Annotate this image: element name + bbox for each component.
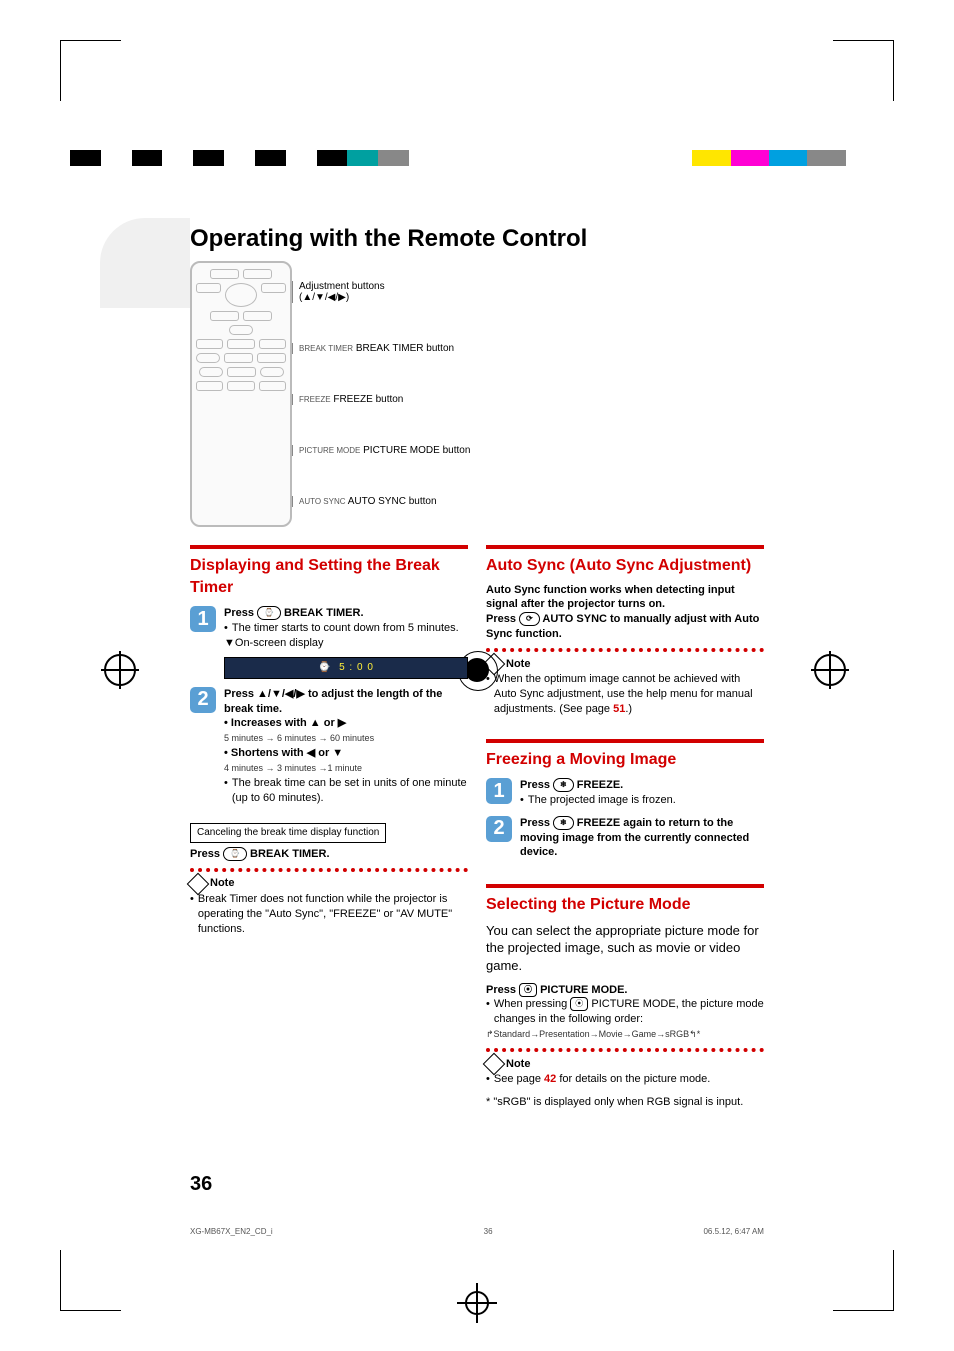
cancel-box: Canceling the break time display functio… — [190, 823, 386, 843]
auto-sync-body: Auto Sync function works when detecting … — [486, 584, 735, 611]
callout-adjustment: Adjustment buttons (▲/▼/◀/▶) — [292, 281, 764, 303]
heading-auto-sync: Auto Sync (Auto Sync Adjustment) — [486, 555, 764, 577]
step-number: 2 — [486, 816, 512, 842]
remote-callouts: Adjustment buttons (▲/▼/◀/▶) BREAK TIMER… — [302, 261, 764, 527]
tab-decoration — [100, 218, 190, 308]
bullet: The timer starts to count down from 5 mi… — [224, 621, 468, 636]
picture-mode-button-icon: ⦿ — [519, 983, 537, 997]
break-step-2: 2 Press ▲/▼/◀/▶ to adjust the length of … — [190, 687, 468, 806]
callout-picture-mode: PICTURE MODE PICTURE MODE button — [292, 445, 764, 456]
break-timer-button-icon: ⌚ — [257, 606, 281, 620]
note-bullet: Break Timer does not function while the … — [190, 892, 468, 937]
note-heading: Note — [190, 876, 468, 892]
freeze-step-2: 2 Press ❄ FREEZE again to return to the … — [486, 816, 764, 861]
page-number: 36 — [190, 1173, 212, 1196]
picture-mode-footnote: * "sRGB" is displayed only when RGB sign… — [486, 1095, 764, 1110]
remote-diagram: Adjustment buttons (▲/▼/◀/▶) BREAK TIMER… — [190, 261, 764, 527]
color-bar-right — [654, 150, 884, 166]
step-number: 1 — [190, 606, 216, 632]
osd-display: ⌚ 5 : 0 0 — [224, 657, 468, 679]
crop-mark — [60, 40, 121, 101]
break-step-1: 1 Press ⌚ BREAK TIMER. The timer starts … — [190, 606, 468, 679]
crop-mark — [60, 1250, 121, 1311]
osd-label: ▼On-screen display — [224, 636, 468, 651]
registration-mark — [104, 654, 136, 686]
section-bar — [486, 739, 764, 743]
section-bar — [486, 884, 764, 888]
footer-page: 36 — [484, 1227, 493, 1236]
freeze-button-icon: ❄ — [553, 816, 574, 830]
note-bullet: See page 42 for details on the picture m… — [486, 1072, 764, 1087]
remote-illustration — [190, 261, 292, 527]
color-bar-left — [70, 150, 440, 166]
heading-break-timer: Displaying and Setting the Break Timer — [190, 555, 468, 598]
columns: Displaying and Setting the Break Timer 1… — [190, 545, 764, 1110]
left-column: Displaying and Setting the Break Timer 1… — [190, 545, 468, 1110]
content-area: Operating with the Remote Control Adjust… — [190, 225, 764, 1211]
registration-mark — [814, 654, 846, 686]
step-number: 2 — [190, 687, 216, 713]
bullet: The break time can be set in units of on… — [224, 776, 468, 806]
right-column: Auto Sync (Auto Sync Adjustment) Auto Sy… — [486, 545, 764, 1110]
heading-freeze: Freezing a Moving Image — [486, 749, 764, 771]
crop-mark — [833, 1250, 894, 1311]
callout-auto-sync: AUTO SYNC AUTO SYNC button — [292, 496, 764, 507]
picture-mode-intro: You can select the appropriate picture m… — [486, 922, 764, 975]
footer: XG-MB67X_EN2_CD_i 36 06.5.12, 6:47 AM — [190, 1227, 764, 1236]
page: Operating with the Remote Control Adjust… — [0, 0, 954, 1351]
freeze-button-icon: ❄ — [553, 778, 574, 792]
page-title: Operating with the Remote Control — [190, 225, 764, 253]
section-bar — [190, 545, 468, 549]
callout-freeze: FREEZE FREEZE button — [292, 394, 764, 405]
step-number: 1 — [486, 778, 512, 804]
picture-mode-cycle: ↱Standard→Presentation→Movie→Game→sRGB↰* — [486, 1029, 700, 1039]
note-heading: Note — [486, 656, 764, 672]
dotted-rule — [486, 1048, 764, 1052]
freeze-step-1: 1 Press ❄ FREEZE. The projected image is… — [486, 778, 764, 808]
bullet: The projected image is frozen. — [520, 793, 764, 808]
callout-break-timer: BREAK TIMER BREAK TIMER button — [292, 343, 764, 354]
note-heading: Note — [486, 1056, 764, 1072]
registration-mark — [465, 1291, 489, 1315]
auto-sync-button-icon: ⟳ — [519, 612, 540, 626]
section-bar — [486, 545, 764, 549]
heading-picture-mode: Selecting the Picture Mode — [486, 894, 764, 916]
note-bullet: When the optimum image cannot be achieve… — [486, 672, 764, 717]
dotted-rule — [190, 868, 468, 872]
bullet: When pressing ⦿ PICTURE MODE, the pictur… — [486, 997, 764, 1027]
footer-file: XG-MB67X_EN2_CD_i — [190, 1227, 273, 1236]
dotted-rule — [486, 648, 764, 652]
break-timer-button-icon: ⌚ — [223, 847, 247, 861]
footer-timestamp: 06.5.12, 6:47 AM — [703, 1227, 764, 1236]
crop-mark — [833, 40, 894, 101]
picture-mode-button-icon: ⦿ — [570, 997, 588, 1011]
